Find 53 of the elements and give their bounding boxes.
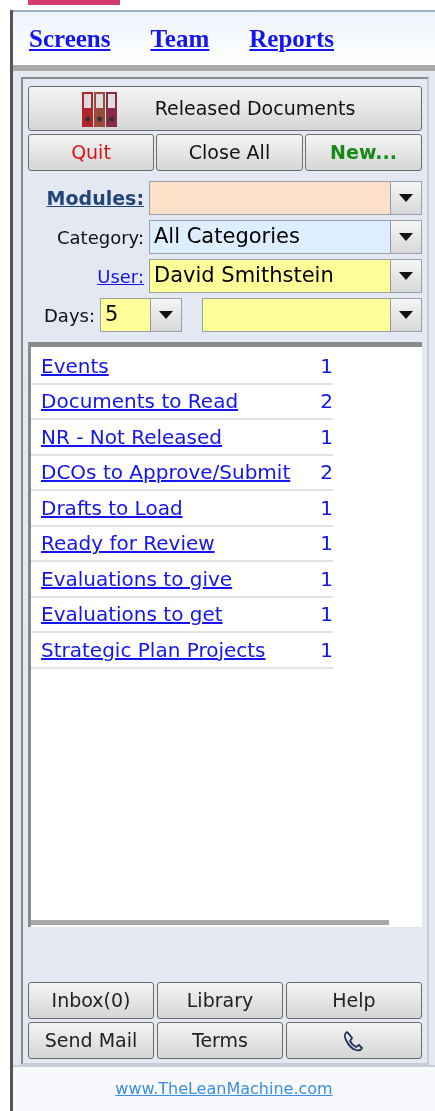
item-count: 1	[320, 601, 333, 629]
dropdown-arrow-button[interactable]	[390, 260, 421, 292]
item-link[interactable]: Documents to Read	[31, 386, 321, 417]
modules-link[interactable]: Modules:	[28, 183, 144, 213]
caret-down-icon	[399, 311, 413, 319]
footer-button[interactable]: Help	[286, 982, 422, 1019]
footer-button[interactable]: Library	[157, 982, 283, 1019]
days-label: Days:	[43, 303, 95, 328]
footer-button[interactable]: Terms	[157, 1022, 283, 1059]
dropdown-arrow-button[interactable]	[390, 221, 421, 253]
item-count: 1	[320, 565, 333, 593]
item-count: 1	[320, 636, 333, 664]
select-value: David Smithstein	[154, 262, 334, 290]
select-value: All Categories	[154, 223, 300, 251]
phone-icon	[343, 1029, 365, 1052]
item-link[interactable]: NR - Not Released	[31, 421, 321, 452]
released-documents-button[interactable]: Released Documents	[28, 86, 422, 131]
dropdown-arrow-button[interactable]	[150, 299, 181, 331]
phone-button[interactable]	[286, 1022, 422, 1059]
item-link[interactable]: Evaluations to give	[31, 563, 321, 594]
item-link[interactable]: Ready for Review	[31, 528, 321, 559]
item-count: 1	[320, 530, 333, 558]
item-count: 2	[320, 459, 333, 487]
item-link[interactable]: Strategic Plan Projects	[31, 634, 321, 665]
item-link[interactable]: DCOs to Approve/Submit	[31, 457, 321, 488]
caret-down-icon	[399, 194, 413, 202]
footer-button[interactable]: Inbox(0)	[28, 982, 154, 1019]
nav-link[interactable]: Reports	[249, 19, 334, 58]
binders-icon	[81, 90, 118, 128]
action-button[interactable]: Close All	[156, 134, 303, 171]
caret-down-icon	[399, 233, 413, 241]
item-count: 2	[320, 388, 333, 416]
item-count: 1	[320, 352, 333, 380]
category-select[interactable]: All Categories	[149, 220, 422, 254]
select-value: 5	[105, 301, 119, 329]
user-select[interactable]: David Smithstein	[149, 259, 422, 293]
nav-link[interactable]: Team	[150, 19, 210, 58]
item-link[interactable]: Events	[31, 350, 321, 381]
dropdown-arrow-button[interactable]	[390, 299, 421, 331]
nav-link[interactable]: Screens	[29, 19, 111, 58]
caret-down-icon	[399, 272, 413, 280]
item-link[interactable]: Drafts to Load	[31, 492, 321, 523]
action-button[interactable]: New...	[305, 134, 422, 171]
action-button[interactable]: Quit	[28, 134, 154, 171]
days-select[interactable]: 5	[100, 298, 182, 332]
user-link[interactable]: User:	[28, 262, 144, 290]
item-link[interactable]: Evaluations to get	[31, 599, 321, 630]
footer-button[interactable]: Send Mail	[28, 1022, 154, 1059]
item-count: 1	[320, 423, 333, 451]
item-count: 1	[320, 494, 333, 522]
caret-down-icon	[159, 311, 173, 319]
category-label: Category:	[56, 225, 144, 250]
dropdown-arrow-button[interactable]	[390, 182, 421, 214]
